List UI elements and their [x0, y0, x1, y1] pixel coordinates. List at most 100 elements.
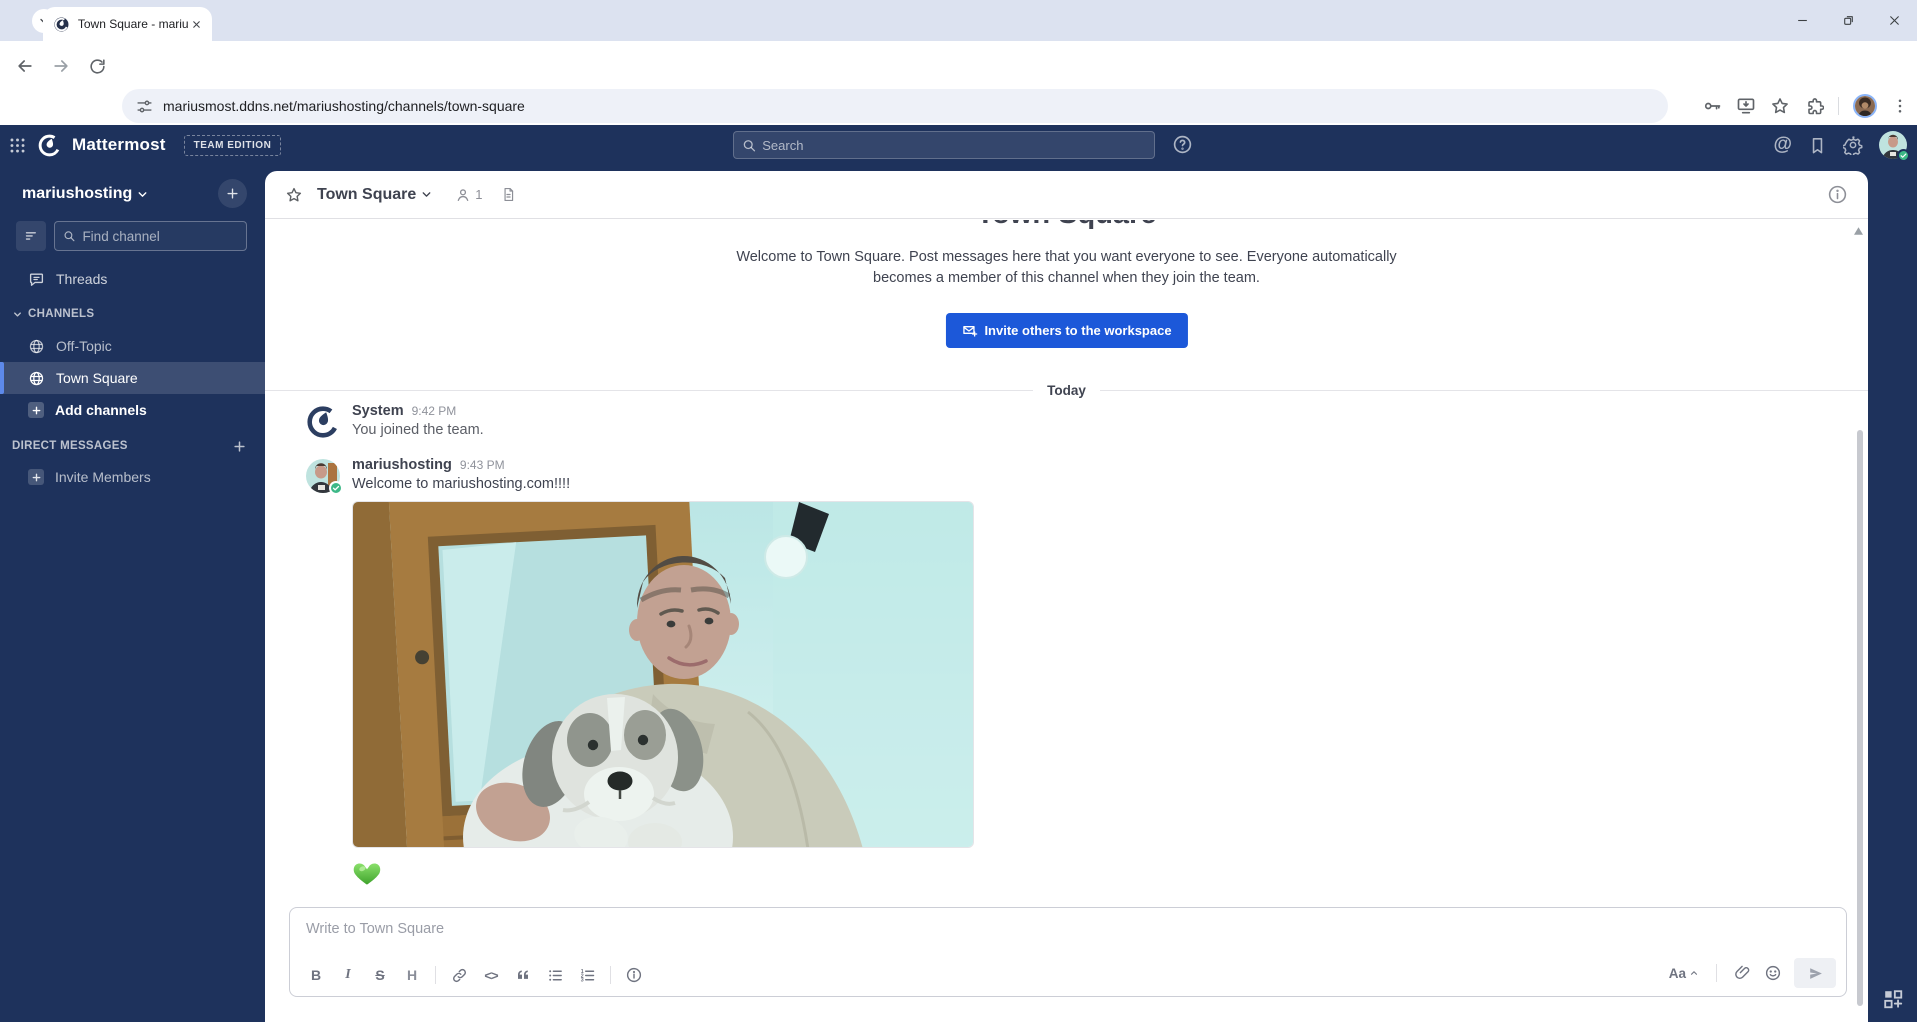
- brand-wordmark: Mattermost: [72, 135, 166, 155]
- post-text: Welcome to mariushosting.com!!!!: [352, 476, 1808, 492]
- tab-title: Town Square - marius: [78, 17, 189, 31]
- apps-grid-button[interactable]: [1882, 988, 1904, 1010]
- sidebar-item-threads[interactable]: Threads: [0, 263, 265, 295]
- tab-close-icon[interactable]: [191, 19, 202, 30]
- plus-box-icon: [28, 402, 44, 418]
- sidebar-item-label: Threads: [56, 271, 107, 287]
- find-channel-input[interactable]: [82, 229, 238, 244]
- chevron-down-icon[interactable]: [420, 188, 433, 201]
- toolbar-right: [1702, 89, 1909, 123]
- send-button[interactable]: [1794, 958, 1836, 988]
- settings-gear-icon[interactable]: [1843, 135, 1863, 155]
- bold-button[interactable]: B: [302, 962, 330, 988]
- numbered-list-button[interactable]: 123: [573, 962, 601, 988]
- pinned-files-icon[interactable]: [501, 187, 516, 202]
- sidebar-item-add-channels[interactable]: Add channels: [0, 394, 265, 426]
- message-composer: Write to Town Square B I S H <>: [289, 907, 1847, 997]
- global-search[interactable]: [733, 131, 1155, 159]
- strikethrough-button[interactable]: S: [366, 962, 394, 988]
- channel-info-icon[interactable]: [1827, 184, 1848, 205]
- browser-toolbar: mariusmost.ddns.net/mariushosting/channe…: [0, 41, 1917, 90]
- post-author[interactable]: mariushosting: [352, 457, 452, 473]
- category-label: CHANNELS: [28, 308, 94, 320]
- svg-text:3: 3: [580, 977, 583, 983]
- post-system[interactable]: System 9:42 PM You joined the team.: [306, 403, 1808, 438]
- team-name: mariushosting: [22, 185, 132, 203]
- send-icon: [1807, 965, 1824, 982]
- window-minimize-button[interactable]: [1779, 0, 1825, 41]
- formatting-help-button[interactable]: [620, 962, 648, 988]
- grid-plus-icon: [1882, 988, 1904, 1010]
- quote-button[interactable]: [509, 962, 537, 988]
- channel-filter-button[interactable]: [16, 221, 46, 251]
- channel-label: Off-Topic: [56, 338, 112, 354]
- browser-tab[interactable]: Town Square - marius: [43, 7, 212, 41]
- green-heart-emoji[interactable]: [352, 858, 382, 888]
- sidebar-item-invite-members[interactable]: Invite Members: [0, 461, 265, 493]
- product-switcher-icon[interactable]: [8, 136, 27, 155]
- link-button[interactable]: [445, 962, 473, 988]
- numbered-list-icon: 123: [579, 967, 596, 984]
- emoji-button[interactable]: [1764, 964, 1782, 982]
- selected-indicator: [0, 362, 4, 394]
- address-bar[interactable]: mariusmost.ddns.net/mariushosting/channe…: [122, 89, 1668, 123]
- browser-tabstrip: Town Square - marius: [0, 0, 1917, 41]
- add-direct-message-button[interactable]: [232, 439, 247, 454]
- attached-image[interactable]: [352, 501, 974, 848]
- code-button[interactable]: <>: [477, 962, 505, 988]
- attach-file-button[interactable]: [1734, 964, 1752, 982]
- install-app-icon[interactable]: [1736, 96, 1756, 116]
- post-mariushosting[interactable]: mariushosting 9:43 PM Welcome to mariush…: [306, 457, 1808, 888]
- date-divider-label[interactable]: Today: [1033, 383, 1100, 398]
- channel-name[interactable]: Town Square: [317, 186, 416, 204]
- mentions-icon[interactable]: @: [1773, 134, 1792, 156]
- favorite-star-icon[interactable]: [285, 186, 303, 204]
- italic-button[interactable]: I: [334, 962, 362, 988]
- heading-button[interactable]: H: [398, 962, 426, 988]
- post-author[interactable]: System: [352, 403, 404, 419]
- composer-right-controls: Aa: [1669, 958, 1836, 988]
- extensions-icon[interactable]: [1804, 96, 1824, 116]
- channel-intro-text: Welcome to Town Square. Post messages he…: [727, 247, 1407, 289]
- paperclip-icon: [1734, 964, 1752, 982]
- forward-button[interactable]: [50, 55, 72, 77]
- find-channel-box[interactable]: [54, 221, 247, 251]
- saved-posts-icon[interactable]: [1808, 136, 1827, 155]
- browser-menu-icon[interactable]: [1891, 97, 1909, 115]
- sidebar: mariushosting Threads: [0, 165, 265, 1022]
- browser-profile-avatar[interactable]: [1853, 94, 1877, 118]
- post-timestamp: 9:42 PM: [412, 404, 457, 418]
- window-close-button[interactable]: [1871, 0, 1917, 41]
- member-count-value: 1: [475, 187, 482, 202]
- direct-messages-category[interactable]: DIRECT MESSAGES: [0, 433, 265, 459]
- back-button[interactable]: [14, 55, 36, 77]
- team-menu[interactable]: mariushosting: [0, 177, 265, 211]
- formatting-toggle-label: Aa: [1669, 966, 1686, 981]
- message-input[interactable]: Write to Town Square: [306, 921, 1830, 937]
- threads-icon: [28, 271, 45, 288]
- search-icon: [742, 138, 756, 153]
- member-count[interactable]: 1: [455, 187, 482, 203]
- site-info-icon[interactable]: [136, 98, 153, 115]
- user-avatar[interactable]: [1879, 131, 1907, 159]
- window-restore-button[interactable]: [1825, 0, 1871, 41]
- scrollbar-thumb[interactable]: [1857, 430, 1863, 1006]
- formatting-toggle-button[interactable]: Aa: [1669, 966, 1699, 981]
- filter-icon: [24, 229, 39, 244]
- help-icon[interactable]: [1172, 134, 1193, 155]
- sidebar-item-off-topic[interactable]: Off-Topic: [0, 330, 265, 362]
- search-input[interactable]: [762, 138, 1146, 153]
- add-team-button[interactable]: [218, 179, 247, 208]
- channel-panel: Town Square 1 Town Square Welcome to Tow…: [265, 171, 1868, 1022]
- bookmark-star-icon[interactable]: [1770, 96, 1790, 116]
- sidebar-item-town-square[interactable]: Town Square: [0, 362, 265, 394]
- bulleted-list-button[interactable]: [541, 962, 569, 988]
- reload-button[interactable]: [86, 55, 108, 77]
- url-text[interactable]: mariusmost.ddns.net/mariushosting/channe…: [163, 98, 525, 114]
- envelope-plus-icon: [961, 323, 977, 339]
- channel-header: Town Square 1: [265, 171, 1868, 219]
- invite-others-button[interactable]: Invite others to the workspace: [945, 313, 1187, 348]
- password-key-icon[interactable]: [1702, 96, 1722, 116]
- scroll-up-arrow[interactable]: [1854, 227, 1863, 235]
- channels-category[interactable]: CHANNELS: [0, 301, 265, 327]
